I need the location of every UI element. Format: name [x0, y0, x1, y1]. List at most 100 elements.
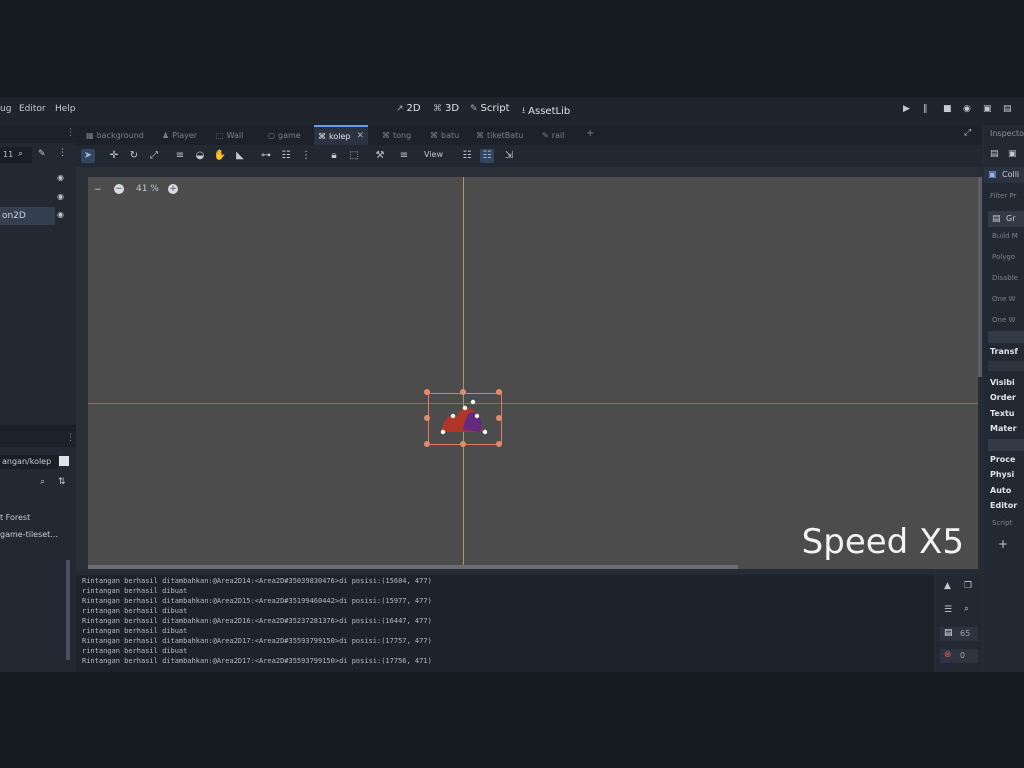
- move-tool-icon[interactable]: ✛: [107, 149, 121, 163]
- tab-wall[interactable]: ⬚ Wall: [212, 127, 247, 143]
- section-process[interactable]: Proce: [990, 455, 1015, 464]
- options-icon[interactable]: ⋮: [58, 148, 67, 158]
- tab-rail[interactable]: ✎ rail: [538, 127, 568, 143]
- distraction-free-icon[interactable]: ⤢: [964, 128, 971, 138]
- sort-icon[interactable]: ⇅: [58, 477, 66, 487]
- rotate-tool-icon[interactable]: ↻: [127, 149, 141, 163]
- search-icon[interactable]: ⌕: [40, 477, 45, 487]
- pin-icon[interactable]: ▲: [944, 581, 951, 591]
- anchor-icon[interactable]: ☷: [460, 149, 474, 163]
- resize-handle[interactable]: [460, 389, 466, 395]
- dock-menu-icon[interactable]: ⋮: [66, 128, 75, 138]
- tab-kolep[interactable]: ⌘ kolep ✕: [314, 125, 369, 145]
- menu-help[interactable]: Help: [55, 104, 76, 114]
- visibility-eye-icon[interactable]: ◉: [57, 173, 64, 182]
- visibility-eye-icon[interactable]: ◉: [57, 210, 64, 219]
- layout-icon[interactable]: ⇲: [502, 149, 516, 163]
- pivot-tool-icon[interactable]: ◒: [193, 149, 207, 163]
- copy-icon[interactable]: ❐: [964, 581, 972, 591]
- add-icon[interactable]: +: [998, 537, 1008, 551]
- anchor-preset-icon[interactable]: ☷: [480, 149, 494, 163]
- skeleton-icon[interactable]: ⚒: [373, 149, 387, 163]
- workspace-assetlib[interactable]: ⭳ AssetLib: [522, 103, 570, 119]
- play-scene-icon[interactable]: ◉: [963, 104, 971, 114]
- scene-filter-input[interactable]: 11 ⌕: [0, 147, 32, 163]
- node-selector[interactable]: ▣ Colli: [984, 167, 1024, 183]
- pan-tool-icon[interactable]: ✋: [213, 149, 227, 163]
- script-attach-icon[interactable]: ✎: [38, 149, 46, 159]
- errors-filter[interactable]: ⊗ 0: [940, 649, 978, 663]
- load-resource-icon[interactable]: ▣: [1008, 149, 1017, 159]
- output-line: Rintangan berhasil ditambahkan:@Area2D17…: [82, 657, 432, 665]
- messages-filter[interactable]: ▤ 65: [940, 627, 978, 641]
- filesystem-path[interactable]: angan/kolep: [0, 455, 58, 469]
- inspector-tab[interactable]: Inspector: [990, 129, 1024, 138]
- tree-node-selected[interactable]: on2D: [0, 207, 55, 225]
- 2d-viewport[interactable]: − − 41 % + Speed X5: [88, 177, 978, 569]
- play-icon[interactable]: ▶: [903, 104, 910, 114]
- section-physics[interactable]: Physi: [990, 470, 1014, 479]
- selection-box[interactable]: [428, 393, 502, 445]
- tab-batu[interactable]: ⌘ batu: [426, 127, 463, 143]
- grid-snap-icon[interactable]: ☷: [279, 149, 293, 163]
- section-visibility[interactable]: Visibi: [990, 378, 1015, 387]
- resize-handle[interactable]: [496, 441, 502, 447]
- resize-handle[interactable]: [424, 441, 430, 447]
- zoom-level[interactable]: 41 %: [136, 184, 159, 194]
- clear-icon[interactable]: ☰: [944, 605, 952, 615]
- select-tool-icon[interactable]: ➤: [81, 149, 95, 163]
- filesystem-item[interactable]: t Forest: [0, 513, 30, 522]
- stop-icon[interactable]: ■: [943, 104, 952, 114]
- resize-handle[interactable]: [424, 415, 430, 421]
- view-menu[interactable]: View: [424, 150, 443, 159]
- pause-icon[interactable]: ‖: [923, 104, 928, 114]
- search-icon[interactable]: ⌕: [964, 604, 969, 614]
- zoom-in-icon[interactable]: +: [168, 184, 178, 194]
- favorite-icon[interactable]: [59, 456, 69, 466]
- tab-player[interactable]: ♟ Player: [158, 127, 201, 143]
- scrollbar[interactable]: [66, 560, 70, 660]
- section-transform[interactable]: Transf: [990, 347, 1018, 356]
- tab-game[interactable]: ○ game: [264, 127, 305, 143]
- ruler-tool-icon[interactable]: ◣: [233, 149, 247, 163]
- resize-handle[interactable]: [460, 441, 466, 447]
- movie-icon[interactable]: ▤: [1003, 104, 1012, 114]
- section-auto-translate[interactable]: Auto: [990, 486, 1011, 495]
- tab-tong[interactable]: ⌘ tong: [378, 127, 415, 143]
- close-icon[interactable]: ✕: [356, 131, 364, 141]
- section-editor[interactable]: Editor: [990, 501, 1017, 510]
- horizontal-scrollbar[interactable]: [88, 565, 738, 569]
- workspace-3d[interactable]: ⌘ 3D: [433, 103, 459, 114]
- resize-handle[interactable]: [496, 415, 502, 421]
- smart-snap-icon[interactable]: ⊶: [259, 149, 273, 163]
- scale-tool-icon[interactable]: ⤢: [147, 149, 161, 163]
- visibility-eye-icon[interactable]: ◉: [57, 192, 64, 201]
- tab-tiketbatu[interactable]: ⌘ tiketBatu: [472, 127, 527, 143]
- group-icon[interactable]: ⬚: [347, 149, 361, 163]
- filter-properties-input[interactable]: Filter Pr: [990, 192, 1017, 200]
- section-material[interactable]: Mater: [990, 424, 1017, 433]
- snap-options-icon[interactable]: ⋮: [299, 149, 313, 163]
- new-resource-icon[interactable]: ▤: [990, 149, 999, 159]
- bone-tool-icon[interactable]: ≡: [173, 149, 187, 163]
- tab-background[interactable]: ▦ background: [82, 127, 148, 143]
- polygon-group-header[interactable]: ▤ Gr: [988, 211, 1024, 227]
- resize-handle[interactable]: [424, 389, 430, 395]
- zoom-reset-icon[interactable]: −: [114, 184, 124, 194]
- tree-node-row[interactable]: [0, 189, 55, 207]
- dock-menu-icon[interactable]: ⋮: [66, 433, 75, 443]
- menu-project[interactable]: ug: [0, 104, 11, 114]
- tree-node-row[interactable]: [0, 170, 55, 188]
- lock-icon[interactable]: 🔒︎: [327, 149, 341, 163]
- play-custom-icon[interactable]: ▣: [983, 104, 992, 114]
- resize-handle[interactable]: [496, 389, 502, 395]
- filesystem-item[interactable]: game-tileset...: [0, 530, 58, 539]
- workspace-script[interactable]: ✎ Script: [470, 103, 510, 114]
- menu-editor[interactable]: Editor: [19, 104, 46, 114]
- workspace-2d[interactable]: ↗ 2D: [396, 103, 421, 114]
- add-tab-icon[interactable]: +: [586, 128, 594, 139]
- vertical-scrollbar[interactable]: [978, 177, 982, 377]
- zoom-out-icon[interactable]: −: [94, 185, 102, 195]
- section-texture[interactable]: Textu: [990, 409, 1015, 418]
- section-ordering[interactable]: Order: [990, 393, 1016, 402]
